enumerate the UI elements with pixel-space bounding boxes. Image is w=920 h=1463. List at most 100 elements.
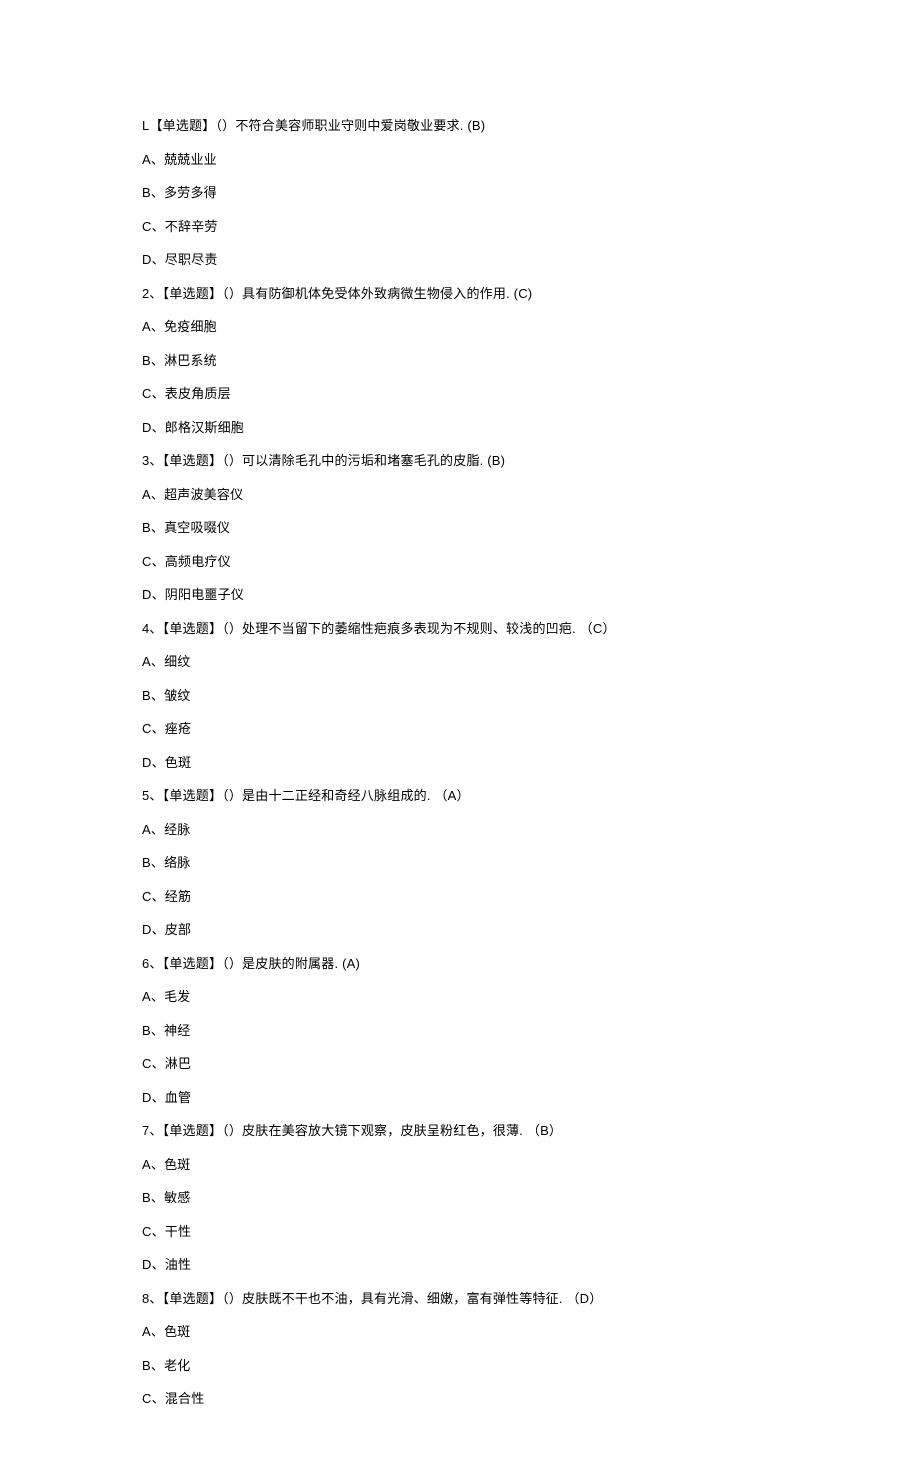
question-text: 【单选题】（）是皮肤的附属器. (A) (163, 956, 360, 971)
question-text: 【单选题】（）不符合美容师职业守则中爱岗敬业要求. (B) (149, 118, 485, 133)
option-letter: A (142, 654, 151, 669)
option-letter: C (142, 1391, 152, 1406)
option-separator: 、 (152, 755, 165, 770)
option-separator: 、 (151, 487, 164, 502)
option-text: 细纹 (164, 654, 190, 669)
option-line: D、油性 (142, 1255, 778, 1275)
question-text: 【单选题】（）皮肤既不干也不油，具有光滑、细嫩，富有弹性等特征. （D） (163, 1291, 603, 1306)
option-letter: C (142, 219, 152, 234)
option-separator: 、 (151, 989, 164, 1004)
option-letter: D (142, 252, 152, 267)
option-separator: 、 (151, 1023, 164, 1038)
option-line: A、细纹 (142, 652, 778, 672)
option-line: A、经脉 (142, 820, 778, 840)
question-text: 【单选题】（）皮肤在美容放大镜下观察，皮肤呈粉红色，很薄. （B） (163, 1123, 563, 1138)
question-number: 4、 (142, 621, 163, 636)
option-line: B、老化 (142, 1356, 778, 1376)
option-separator: 、 (152, 1391, 165, 1406)
option-letter: D (142, 1090, 152, 1105)
option-line: C、不辞辛劳 (142, 217, 778, 237)
question-number: 7、 (142, 1123, 163, 1138)
question-stem: 4、【单选题】（）处理不当留下的萎缩性疤痕多表现为不规则、较浅的凹疤. （C） (142, 619, 778, 639)
option-separator: 、 (152, 1090, 165, 1105)
option-letter: D (142, 420, 152, 435)
option-separator: 、 (151, 152, 164, 167)
question-text: 【单选题】（）可以清除毛孔中的污垢和堵塞毛孔的皮脂. (B) (163, 453, 506, 468)
option-separator: 、 (151, 1157, 164, 1172)
option-text: 痤疮 (165, 721, 191, 736)
option-letter: A (142, 822, 151, 837)
option-text: 郎格汉斯细胞 (165, 420, 244, 435)
option-separator: 、 (152, 420, 165, 435)
option-text: 油性 (165, 1257, 191, 1272)
option-line: B、神经 (142, 1021, 778, 1041)
question-number: 8、 (142, 1291, 163, 1306)
option-text: 阴阳电噩子仪 (165, 587, 244, 602)
option-text: 色斑 (164, 1324, 190, 1339)
option-line: C、干性 (142, 1222, 778, 1242)
option-line: D、郎格汉斯细胞 (142, 418, 778, 438)
option-line: C、高频电疗仪 (142, 552, 778, 572)
option-line: D、皮部 (142, 920, 778, 940)
option-text: 神经 (164, 1023, 190, 1038)
question-number: 3、 (142, 453, 163, 468)
question-stem: 8、【单选题】（）皮肤既不干也不油，具有光滑、细嫩，富有弹性等特征. （D） (142, 1289, 778, 1309)
option-separator: 、 (152, 386, 165, 401)
question-text: 【单选题】（）处理不当留下的萎缩性疤痕多表现为不规则、较浅的凹疤. （C） (163, 621, 616, 636)
option-separator: 、 (151, 185, 164, 200)
question-text: 【单选题】（）是由十二正经和奇经八脉组成的. （A） (163, 788, 470, 803)
option-letter: C (142, 1224, 152, 1239)
option-text: 干性 (165, 1224, 191, 1239)
option-line: A、毛发 (142, 987, 778, 1007)
option-line: D、血管 (142, 1088, 778, 1108)
option-line: C、混合性 (142, 1389, 778, 1409)
option-letter: B (142, 1190, 151, 1205)
question-number: 6、 (142, 956, 163, 971)
option-line: A、免疫细胞 (142, 317, 778, 337)
question-stem: 3、【单选题】（）可以清除毛孔中的污垢和堵塞毛孔的皮脂. (B) (142, 451, 778, 471)
option-letter: B (142, 855, 151, 870)
option-line: B、多劳多得 (142, 183, 778, 203)
question-stem: 6、【单选题】（）是皮肤的附属器. (A) (142, 954, 778, 974)
option-text: 色斑 (164, 1157, 190, 1172)
option-line: C、经筋 (142, 887, 778, 907)
option-text: 血管 (165, 1090, 191, 1105)
question-stem: L【单选题】（）不符合美容师职业守则中爱岗敬业要求. (B) (142, 116, 778, 136)
option-letter: A (142, 487, 151, 502)
option-letter: A (142, 1324, 151, 1339)
option-letter: D (142, 587, 152, 602)
option-line: D、阴阳电噩子仪 (142, 585, 778, 605)
option-text: 不辞辛劳 (165, 219, 218, 234)
option-line: B、皱纹 (142, 686, 778, 706)
option-separator: 、 (152, 1056, 165, 1071)
option-letter: A (142, 989, 151, 1004)
option-letter: C (142, 554, 152, 569)
option-letter: A (142, 319, 151, 334)
option-separator: 、 (152, 1224, 165, 1239)
option-text: 色斑 (165, 755, 191, 770)
option-letter: B (142, 353, 151, 368)
option-line: B、真空吸啜仪 (142, 518, 778, 538)
option-text: 毛发 (164, 989, 190, 1004)
option-separator: 、 (152, 922, 165, 937)
option-letter: D (142, 922, 152, 937)
option-line: B、络脉 (142, 853, 778, 873)
option-text: 混合性 (165, 1391, 205, 1406)
option-separator: 、 (152, 554, 165, 569)
option-separator: 、 (152, 219, 165, 234)
option-text: 表皮角质层 (165, 386, 231, 401)
option-text: 络脉 (164, 855, 190, 870)
option-separator: 、 (152, 721, 165, 736)
option-separator: 、 (151, 353, 164, 368)
option-separator: 、 (151, 520, 164, 535)
option-line: D、色斑 (142, 753, 778, 773)
question-number: 2、 (142, 286, 163, 301)
option-text: 兢兢业业 (164, 152, 217, 167)
question-number: 5、 (142, 788, 163, 803)
option-line: A、色斑 (142, 1155, 778, 1175)
option-letter: B (142, 520, 151, 535)
option-separator: 、 (152, 587, 165, 602)
option-letter: C (142, 386, 152, 401)
option-letter: C (142, 721, 152, 736)
option-separator: 、 (151, 1190, 164, 1205)
